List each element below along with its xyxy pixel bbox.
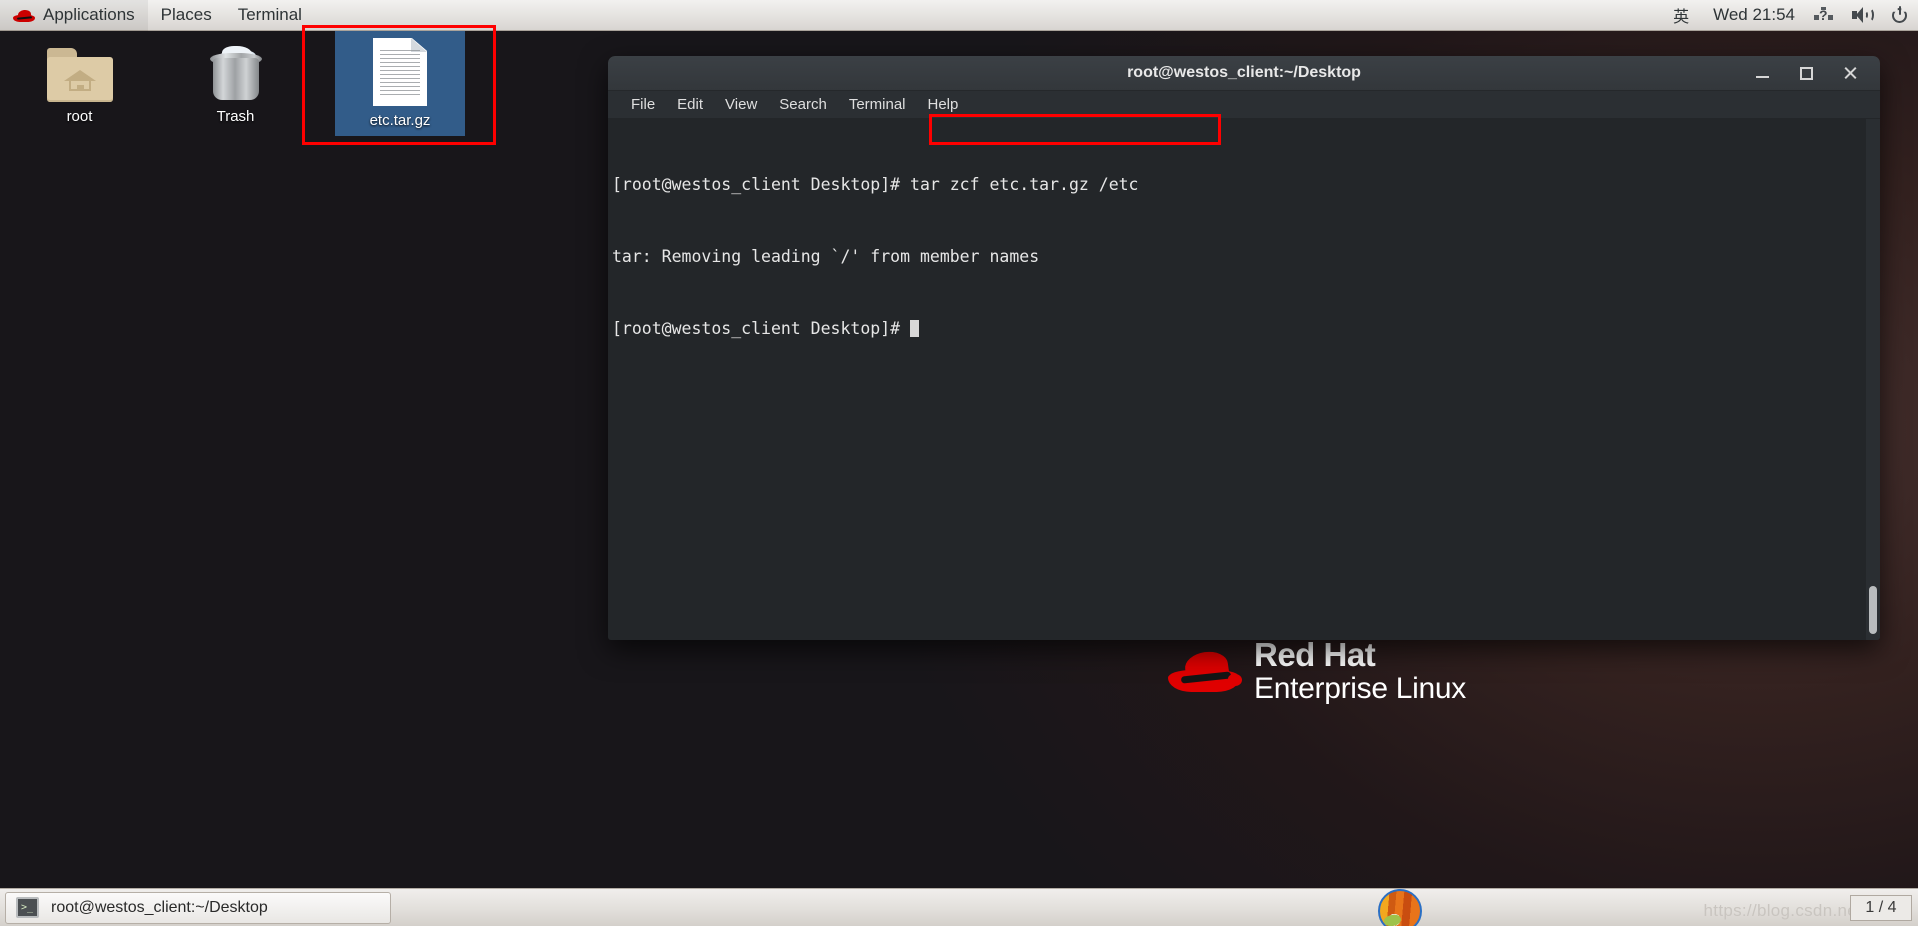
- menu-file[interactable]: File: [620, 93, 666, 116]
- terminal-line: [root@westos_client Desktop]#: [612, 317, 1880, 341]
- desktop-icon-root-label: root: [66, 108, 93, 125]
- desktop-icon-etc-tar-gz[interactable]: etc.tar.gz: [335, 31, 465, 136]
- terminal-titlebar[interactable]: root@westos_client:~/Desktop: [608, 56, 1880, 91]
- menu-applications[interactable]: Applications: [0, 0, 148, 31]
- redhat-brand-line1: Red Hat: [1254, 636, 1376, 673]
- home-folder-icon: [22, 36, 137, 102]
- terminal-title: root@westos_client:~/Desktop: [1127, 64, 1361, 81]
- terminal-prompt: [root@westos_client Desktop]#: [612, 175, 911, 194]
- trash-can-icon: [178, 36, 293, 102]
- workspace-switcher[interactable]: 1 / 4: [1850, 895, 1912, 921]
- volume-speaker-icon[interactable]: [1843, 7, 1882, 23]
- clock[interactable]: Wed 21:54: [1703, 5, 1805, 25]
- terminal-line: [root@westos_client Desktop]# tar zcf et…: [612, 173, 1880, 197]
- menu-view[interactable]: View: [714, 93, 768, 116]
- desktop-icon-etc-tar-gz-label: etc.tar.gz: [369, 112, 431, 129]
- panel-status-area: 英 Wed 21:54 ?: [1659, 3, 1918, 27]
- menu-terminal[interactable]: Terminal: [838, 93, 917, 116]
- terminal-scrollbar[interactable]: [1866, 119, 1880, 640]
- network-question-icon[interactable]: ?: [1805, 7, 1843, 23]
- terminal-line: tar: Removing leading `/' from member na…: [612, 245, 1880, 269]
- desktop-icon-trash-label: Trash: [216, 108, 255, 125]
- maximize-icon[interactable]: [1784, 56, 1828, 91]
- terminal-output[interactable]: [root@westos_client Desktop]# tar zcf et…: [608, 119, 1880, 640]
- desktop-icon-root[interactable]: root: [22, 36, 137, 125]
- minimize-icon[interactable]: [1740, 56, 1784, 91]
- menu-terminal[interactable]: Terminal: [225, 0, 315, 31]
- watermark-text: https://blog.csdn.net: [1703, 901, 1862, 920]
- redhat-branding: Red Hat Enterprise Linux: [1168, 634, 1498, 710]
- top-panel: Applications Places Terminal 英 Wed 21:54…: [0, 0, 1918, 31]
- power-icon[interactable]: [1882, 6, 1918, 24]
- redhat-logo-icon: [13, 8, 35, 23]
- input-method-indicator[interactable]: 英: [1659, 3, 1703, 27]
- terminal-message: tar: Removing leading `/' from member na…: [612, 247, 1040, 266]
- terminal-scrollbar-thumb[interactable]: [1869, 586, 1877, 634]
- taskbar: >_ root@westos_client:~/Desktop https://…: [0, 888, 1918, 926]
- menu-search[interactable]: Search: [768, 93, 838, 116]
- window-controls: [1740, 56, 1880, 91]
- terminal-cursor: [910, 320, 920, 337]
- menu-edit[interactable]: Edit: [666, 93, 714, 116]
- terminal-command: tar zcf etc.tar.gz /etc: [910, 175, 1139, 194]
- menu-places-label: Places: [160, 5, 212, 24]
- menu-places[interactable]: Places: [148, 0, 225, 31]
- taskbar-window-button[interactable]: >_ root@westos_client:~/Desktop: [5, 891, 391, 924]
- terminal-menubar: File Edit View Search Terminal Help: [608, 91, 1880, 119]
- menu-help[interactable]: Help: [917, 93, 970, 116]
- desktop-icon-trash[interactable]: Trash: [178, 36, 293, 125]
- terminal-prompt: [root@westos_client Desktop]#: [612, 319, 911, 338]
- redhat-brand-line2: Enterprise Linux: [1254, 672, 1466, 705]
- redhat-hat-icon: [1168, 648, 1242, 696]
- close-icon[interactable]: [1828, 56, 1872, 91]
- menu-applications-label: Applications: [43, 5, 135, 24]
- document-file-icon: [335, 38, 465, 106]
- application-icon: [1378, 889, 1422, 926]
- terminal-icon: >_: [16, 897, 39, 918]
- menu-terminal-label: Terminal: [237, 5, 302, 24]
- taskbar-favorite[interactable]: [1378, 888, 1422, 926]
- taskbar-window-label: root@westos_client:~/Desktop: [51, 898, 268, 916]
- terminal-window[interactable]: root@westos_client:~/Desktop File Edit V…: [608, 56, 1880, 640]
